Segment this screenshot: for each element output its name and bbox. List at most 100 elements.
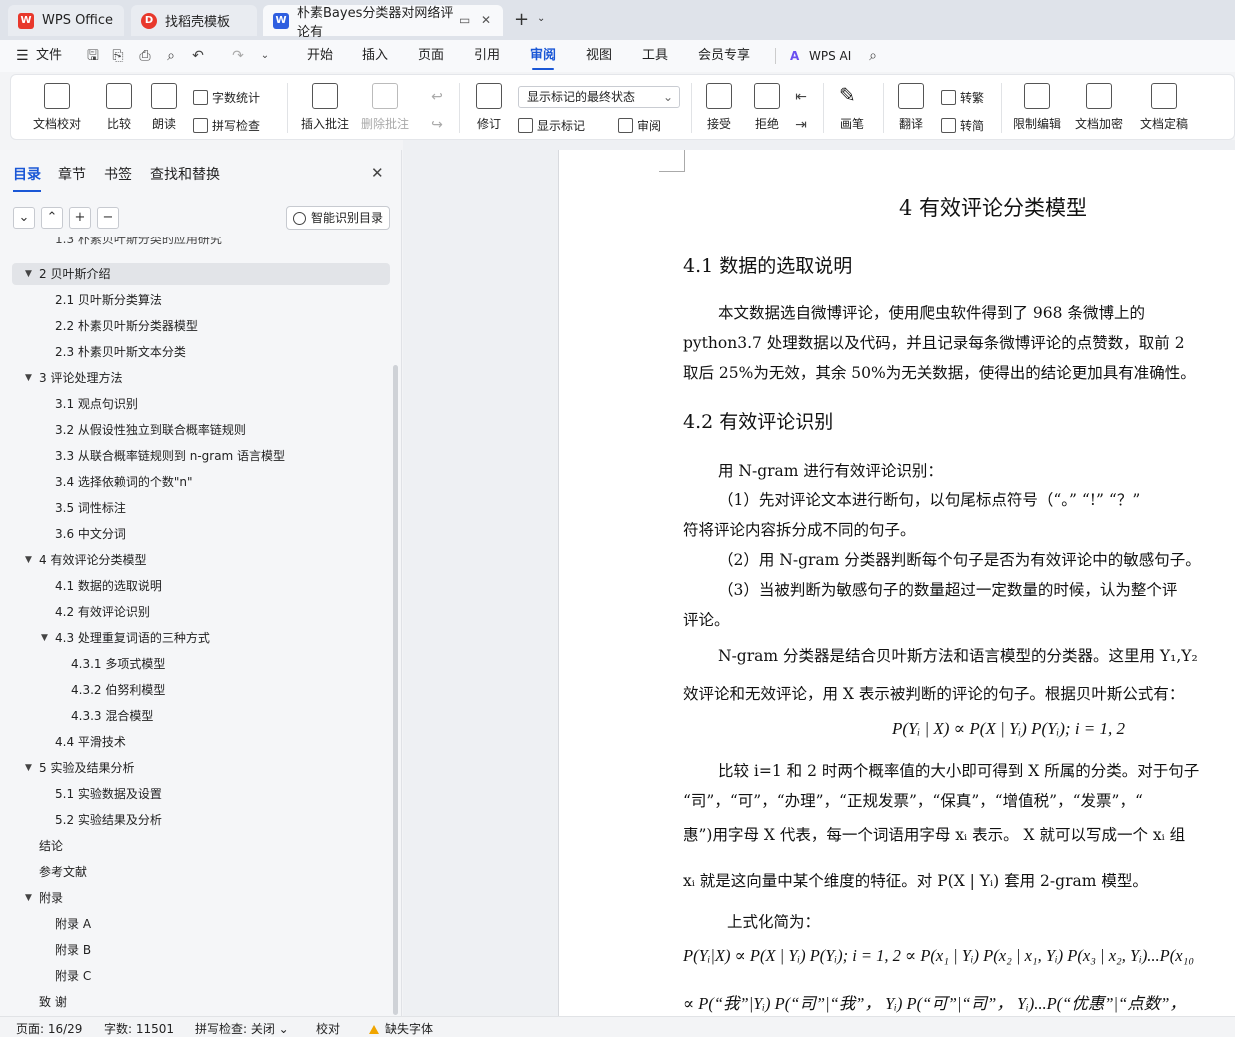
export-icon[interactable]: ⎘ <box>110 48 126 64</box>
toc-item[interactable]: 5.1 实验数据及设置 <box>55 783 162 805</box>
toc-item[interactable]: 4.4 平滑技术 <box>55 731 126 753</box>
revise-button[interactable]: 修订 <box>469 75 509 132</box>
word-count-button[interactable]: 字数统计 <box>193 89 260 106</box>
redo-icon[interactable]: ↷ <box>230 48 246 64</box>
proof-status[interactable]: 校对 <box>316 1020 340 1037</box>
chevron-down-icon[interactable]: ⌄ <box>537 13 545 24</box>
expand-caret-icon[interactable]: ▼ <box>41 633 48 643</box>
toc-item[interactable]: 2.2 朴素贝叶斯分类器模型 <box>55 315 198 337</box>
toc-item[interactable]: 3 评论处理方法 <box>39 367 122 389</box>
print-preview-icon[interactable]: ⌕ <box>163 48 179 64</box>
toc-item[interactable]: 结论 <box>39 835 63 857</box>
delete-comment-button[interactable]: 删除批注 <box>361 75 409 132</box>
finalize-button[interactable]: 文档定稿 <box>1133 75 1195 132</box>
toc-item[interactable]: 参考文献 <box>39 861 87 883</box>
to-traditional-button[interactable]: 转繁 <box>941 89 984 106</box>
toc-item[interactable]: 2.1 贝叶斯分类算法 <box>55 289 162 311</box>
missing-font-status[interactable]: 缺失字体 <box>369 1020 433 1037</box>
toc-item[interactable]: 4.1 数据的选取说明 <box>55 575 162 597</box>
encrypt-button[interactable]: 文档加密 <box>1073 75 1125 132</box>
toc-item[interactable]: 4.3.2 伯努利模型 <box>71 679 165 701</box>
toc-item[interactable]: 3.3 从联合概率链规则到 n-gram 语言模型 <box>55 445 285 467</box>
menu-insert[interactable]: 插入 <box>362 40 388 72</box>
toc-item[interactable]: 附录 <box>39 887 63 909</box>
to-simplified-button[interactable]: 转简 <box>941 117 984 134</box>
spell-check-button[interactable]: 拼写检查 <box>193 117 260 134</box>
smart-toc-button[interactable]: 智能识别目录 <box>286 206 390 230</box>
expand-up-button[interactable]: ⌃ <box>41 207 63 229</box>
undo-icon[interactable]: ↶ <box>190 48 206 64</box>
expand-caret-icon[interactable]: ▼ <box>25 269 32 279</box>
compare-button[interactable]: 比较 <box>99 75 139 132</box>
toc-item[interactable]: 3.6 中文分词 <box>55 523 126 545</box>
hamburger-icon[interactable]: ☰ <box>16 48 29 64</box>
tab-wps-office[interactable]: W WPS Office <box>8 5 124 36</box>
toc-item[interactable]: 5 实验及结果分析 <box>39 757 134 779</box>
toc-item[interactable]: 4.3.1 多项式模型 <box>71 653 165 675</box>
chevron-down-icon[interactable]: ⌄ <box>257 48 273 64</box>
tab-bookmark[interactable]: 书签 <box>104 164 132 184</box>
prev-comment-icon[interactable]: ↩ <box>429 89 445 105</box>
proofread-button[interactable]: 文档校对 <box>29 75 85 132</box>
toc-item[interactable]: 3.2 从假设性独立到联合概率链规则 <box>55 419 246 441</box>
toc-item[interactable]: 3.1 观点句识别 <box>55 393 138 415</box>
toc-item[interactable]: 5.2 实验结果及分析 <box>55 809 162 831</box>
menu-wps-ai[interactable]: WPS AI <box>809 40 851 72</box>
next-change-icon[interactable]: ⇥ <box>793 117 809 133</box>
menu-file[interactable]: 文件 <box>36 40 62 72</box>
prev-change-icon[interactable]: ⇤ <box>793 89 809 105</box>
toc-item[interactable]: 4 有效评论分类模型 <box>39 549 146 571</box>
collapse-all-button[interactable]: ⌄ <box>13 207 35 229</box>
toc-item[interactable]: 4.2 有效评论识别 <box>55 601 150 623</box>
toc-item[interactable]: 附录 C <box>55 965 91 987</box>
menu-tools[interactable]: 工具 <box>642 40 668 72</box>
toc-item[interactable]: 3.4 选择依赖词的个数"n" <box>55 471 193 493</box>
tab-find-replace[interactable]: 查找和替换 <box>150 164 220 184</box>
expand-caret-icon[interactable]: ▼ <box>25 763 32 773</box>
tab-toc[interactable]: 目录 <box>13 164 41 192</box>
accept-button[interactable]: 接受 <box>699 75 739 132</box>
add-heading-button[interactable]: + <box>69 207 91 229</box>
tab-chapter[interactable]: 章节 <box>58 164 86 184</box>
spell-check-status[interactable]: 拼写检查: 关闭 ⌄ <box>195 1020 289 1037</box>
word-count-indicator[interactable]: 字数: 11501 <box>104 1020 174 1037</box>
close-icon[interactable]: ✕ <box>371 164 384 182</box>
tab-document[interactable]: W 朴素Bayes分类器对网络评论有 ▭ ✕ <box>263 5 503 40</box>
translate-button[interactable]: 翻译 <box>891 75 931 132</box>
read-aloud-button[interactable]: 朗读 <box>149 75 179 132</box>
expand-caret-icon[interactable]: ▼ <box>25 893 32 903</box>
remove-heading-button[interactable]: − <box>97 207 119 229</box>
reject-button[interactable]: 拒绝 <box>747 75 787 132</box>
expand-caret-icon[interactable]: ▼ <box>25 373 32 383</box>
menu-review[interactable]: 审阅 <box>530 40 556 72</box>
toc-item[interactable]: 附录 A <box>55 913 91 935</box>
show-markup-button[interactable]: 显示标记 <box>518 117 585 134</box>
menu-member[interactable]: 会员专享 <box>698 40 750 72</box>
insert-comment-button[interactable]: 插入批注 <box>301 75 349 132</box>
menu-start[interactable]: 开始 <box>307 40 333 72</box>
next-comment-icon[interactable]: ↪ <box>429 117 445 133</box>
markup-state-select[interactable]: 显示标记的最终状态 ⌄ <box>518 86 680 108</box>
search-icon[interactable]: ⌕ <box>865 48 881 64</box>
toc-item[interactable]: 1.3 朴素贝叶斯分类的应用研究 <box>55 237 222 247</box>
menu-view[interactable]: 视图 <box>586 40 612 72</box>
save-icon[interactable]: 🖫 <box>85 48 101 64</box>
page-indicator[interactable]: 页面: 16/29 <box>16 1020 82 1037</box>
window-icon[interactable]: ▭ <box>459 13 470 27</box>
toc-item[interactable]: 致 谢 <box>39 991 67 1013</box>
menu-page[interactable]: 页面 <box>418 40 444 72</box>
print-icon[interactable]: ⎙ <box>137 48 153 64</box>
toc-item[interactable]: 2.3 朴素贝叶斯文本分类 <box>55 341 186 363</box>
toc-item[interactable]: 4.3.3 混合模型 <box>71 705 153 727</box>
toc-item[interactable]: 4.3 处理重复词语的三种方式 <box>55 627 210 649</box>
toc-item[interactable]: 附录 B <box>55 939 91 961</box>
pen-button[interactable]: ✎ 画笔 <box>835 75 869 132</box>
document-page[interactable]: 4 有效评论分类模型 4.1 数据的选取说明 本文数据选自微博评论，使用爬虫软件… <box>558 150 1235 1016</box>
new-tab-icon[interactable]: + <box>514 9 529 30</box>
toc-item[interactable]: 3.5 词性标注 <box>55 497 126 519</box>
menu-reference[interactable]: 引用 <box>474 40 500 72</box>
expand-caret-icon[interactable]: ▼ <box>25 555 32 565</box>
scrollbar[interactable] <box>393 365 398 1015</box>
restrict-edit-button[interactable]: 限制编辑 <box>1011 75 1063 132</box>
tab-docer[interactable]: D 找稻壳模板 <box>131 5 257 36</box>
